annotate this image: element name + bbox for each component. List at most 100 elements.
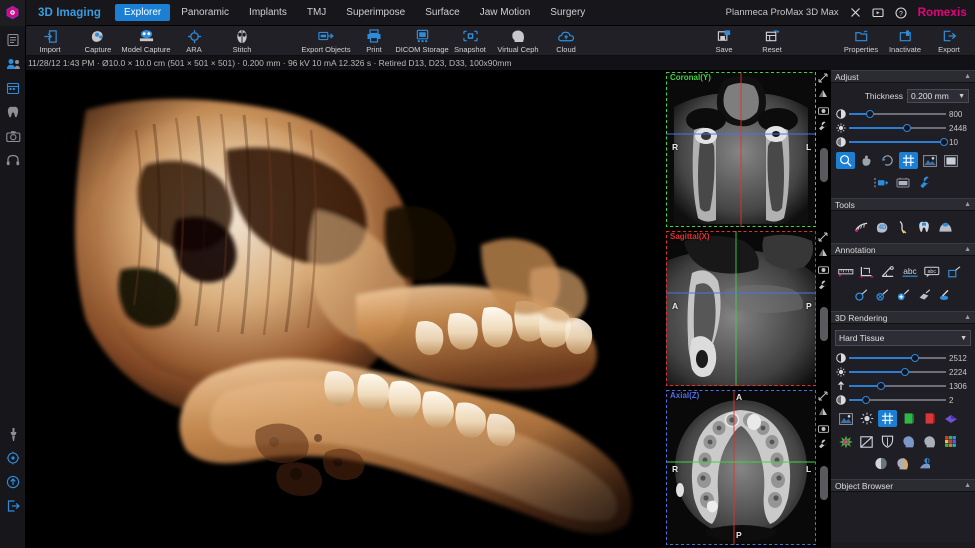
rendering-slider-contrast[interactable]: 2512 bbox=[835, 351, 971, 365]
cloud-button[interactable]: Cloud bbox=[542, 26, 590, 54]
light-icon[interactable] bbox=[857, 410, 876, 427]
implant-icon[interactable] bbox=[894, 218, 913, 235]
section-header-tools[interactable]: Tools ▲ bbox=[831, 198, 975, 211]
inactivate-button[interactable]: Inactivate bbox=[883, 26, 927, 54]
head-blue-icon[interactable] bbox=[899, 433, 918, 450]
tooth-icon[interactable] bbox=[0, 100, 26, 124]
shield-icon[interactable] bbox=[878, 433, 897, 450]
people-icon[interactable] bbox=[0, 52, 26, 76]
tab-jaw-motion[interactable]: Jaw Motion bbox=[471, 4, 540, 21]
close-icon[interactable] bbox=[849, 6, 862, 19]
move-icon[interactable] bbox=[817, 231, 829, 243]
circle-icon[interactable] bbox=[852, 286, 871, 303]
restore-icon[interactable] bbox=[872, 6, 885, 19]
upload-icon[interactable] bbox=[0, 470, 26, 494]
contrast-icon[interactable] bbox=[817, 88, 829, 100]
tab-surface[interactable]: Surface bbox=[416, 4, 468, 21]
text-abc-icon[interactable]: abc bbox=[899, 263, 921, 280]
filmstrip-icon[interactable] bbox=[894, 174, 913, 191]
stitch-button[interactable]: Stitch bbox=[218, 26, 266, 54]
red-plane-icon[interactable] bbox=[920, 410, 939, 427]
section-header-object-browser[interactable]: Object Browser ▲ bbox=[831, 479, 975, 492]
rendering-slider-opacity[interactable]: 2 bbox=[835, 393, 971, 407]
reset-button[interactable]: Reset bbox=[748, 26, 796, 54]
camera-icon[interactable] bbox=[817, 104, 829, 116]
move-icon[interactable] bbox=[817, 72, 829, 84]
properties-button[interactable]: Properties bbox=[839, 26, 883, 54]
axial-slice-scrollbar[interactable] bbox=[820, 466, 828, 500]
chevron-up-icon[interactable]: ▲ bbox=[964, 73, 971, 80]
chevron-up-icon[interactable]: ▲ bbox=[964, 201, 971, 208]
save-button[interactable]: Save bbox=[700, 26, 748, 54]
paint-icon[interactable] bbox=[936, 286, 955, 303]
rendering-threshold-track[interactable] bbox=[849, 381, 946, 392]
move-icon[interactable] bbox=[817, 390, 829, 402]
sagittal-slice-scrollbar[interactable] bbox=[820, 307, 828, 341]
rendering-brightness-track[interactable] bbox=[849, 367, 946, 378]
nerve-canal-icon[interactable] bbox=[852, 218, 871, 235]
model-capture-button[interactable]: Model Capture bbox=[122, 26, 170, 54]
add-point-icon[interactable] bbox=[894, 286, 913, 303]
four-d-icon[interactable]: 4D bbox=[873, 218, 892, 235]
tooth-icon[interactable] bbox=[915, 218, 934, 235]
slice-view-sagittal[interactable]: Sagittal(X) A P bbox=[660, 229, 830, 388]
adjust-contrast-track[interactable] bbox=[849, 109, 946, 120]
implant-icon[interactable] bbox=[0, 422, 26, 446]
angle-icon[interactable] bbox=[878, 263, 897, 280]
rendering-opacity-track[interactable] bbox=[849, 395, 946, 406]
image-icon[interactable] bbox=[920, 152, 939, 169]
head-grey-icon[interactable] bbox=[920, 433, 939, 450]
chevron-up-icon[interactable]: ▲ bbox=[964, 482, 971, 489]
align-icon[interactable] bbox=[872, 174, 891, 191]
help-icon[interactable]: ? bbox=[895, 6, 908, 19]
snapshot-button[interactable]: Snapshot bbox=[446, 26, 494, 54]
adjust-gamma-track[interactable] bbox=[849, 137, 946, 148]
app-logo[interactable] bbox=[0, 0, 26, 26]
section-header-adjust[interactable]: Adjust ▲ bbox=[831, 70, 975, 83]
thickness-select[interactable]: 0.200 mm ▼ bbox=[907, 89, 969, 103]
rotate-icon[interactable] bbox=[878, 152, 897, 169]
rendering-contrast-track[interactable] bbox=[849, 353, 946, 364]
sphere-half-icon[interactable] bbox=[872, 455, 891, 472]
crosshair-icon[interactable] bbox=[878, 410, 897, 427]
tab-superimpose[interactable]: Superimpose bbox=[337, 4, 414, 21]
section-header-annotation[interactable]: Annotation ▲ bbox=[831, 243, 975, 256]
rendering-slider-brightness[interactable]: 2224 bbox=[835, 365, 971, 379]
wrench-icon[interactable] bbox=[817, 279, 829, 291]
no-fill-icon[interactable] bbox=[857, 433, 876, 450]
object-browser-body[interactable] bbox=[831, 492, 975, 542]
patients-icon[interactable] bbox=[0, 28, 26, 52]
rectangle-icon[interactable] bbox=[945, 263, 964, 280]
measure-area-icon[interactable] bbox=[857, 263, 876, 280]
settings-icon[interactable] bbox=[0, 446, 26, 470]
3d-volume-viewport[interactable] bbox=[26, 70, 660, 548]
import-button[interactable]: Import bbox=[26, 26, 74, 54]
tab-panoramic[interactable]: Panoramic bbox=[172, 4, 238, 21]
rendering-preset-select[interactable]: Hard Tissue ▼ bbox=[835, 330, 971, 346]
eraser-icon[interactable] bbox=[873, 286, 892, 303]
export-button[interactable]: Export bbox=[927, 26, 971, 54]
adjust-slider-contrast[interactable]: 800 bbox=[835, 107, 971, 121]
clip-icon[interactable] bbox=[916, 455, 935, 472]
purple-plane-icon[interactable] bbox=[941, 410, 960, 427]
print-button[interactable]: Print bbox=[350, 26, 398, 54]
wrench-icon[interactable] bbox=[817, 438, 829, 450]
ara-button[interactable]: ARA bbox=[170, 26, 218, 54]
adjust-slider-gamma[interactable]: 10 bbox=[835, 135, 971, 149]
export-objects-button[interactable]: Export Objects bbox=[302, 26, 350, 54]
chevron-up-icon[interactable]: ▲ bbox=[964, 246, 971, 253]
camera-icon[interactable] bbox=[817, 422, 829, 434]
section-header-rendering[interactable]: 3D Rendering ▲ bbox=[831, 311, 975, 324]
magnify-icon[interactable] bbox=[836, 152, 855, 169]
rendering-slider-threshold[interactable]: 1306 bbox=[835, 379, 971, 393]
capture-button[interactable]: Capture bbox=[74, 26, 122, 54]
airway-icon[interactable] bbox=[936, 218, 955, 235]
logout-icon[interactable] bbox=[0, 494, 26, 518]
contrast-icon[interactable] bbox=[817, 406, 829, 418]
headset-icon[interactable] bbox=[0, 148, 26, 172]
mask-icon[interactable] bbox=[894, 455, 913, 472]
slice-view-axial[interactable]: Axial(Z) R L A P bbox=[660, 388, 830, 547]
virtual-ceph-button[interactable]: Virtual Ceph bbox=[494, 26, 542, 54]
highlight-icon[interactable] bbox=[915, 286, 934, 303]
crosshair-icon[interactable] bbox=[899, 152, 918, 169]
